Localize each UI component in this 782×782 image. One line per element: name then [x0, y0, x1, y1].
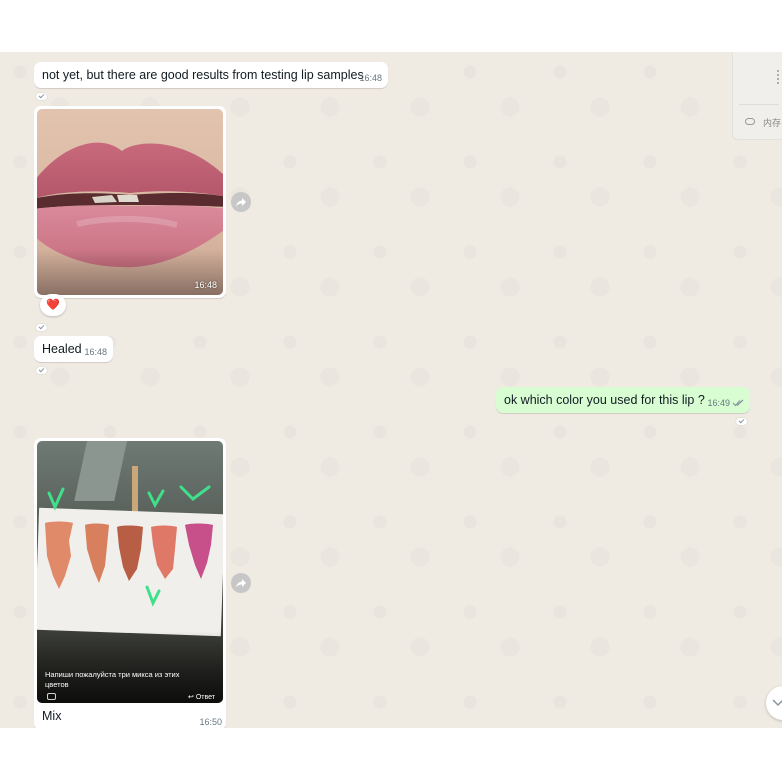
heart-reaction: ❤️: [46, 299, 60, 311]
image-caption: Mix: [42, 709, 62, 723]
chat-area: not yet, but there are good results from…: [0, 52, 782, 728]
react-button[interactable]: [36, 367, 47, 374]
message-time: 16:48: [84, 347, 107, 357]
lips-photo[interactable]: 16:48: [37, 109, 223, 295]
side-panel: 内存: [732, 52, 782, 140]
reply-label: ↩ Ответ: [188, 694, 215, 701]
lips-image: [37, 109, 223, 295]
message-bubble-outgoing[interactable]: ok which color you used for this lip ? 1…: [496, 387, 750, 413]
message-text: ok which color you used for this lip ?: [504, 393, 705, 407]
panel-dots: [777, 70, 779, 84]
react-button[interactable]: [736, 418, 747, 425]
message-bubble-incoming[interactable]: Healed 16:48: [34, 336, 113, 362]
chevron-down-icon: [772, 699, 782, 707]
message-time: 16:48: [359, 73, 382, 83]
message-time: 16:50: [199, 717, 222, 727]
reaction-badge[interactable]: ❤️: [40, 294, 66, 316]
double-check-icon: [732, 399, 744, 407]
image-time: 16:48: [194, 280, 217, 290]
swatch-photo[interactable]: Напиши пожалуйста три микса из этих цвет…: [37, 441, 223, 703]
forward-icon: [236, 198, 246, 207]
forward-button[interactable]: [231, 192, 251, 212]
swatch-image: [37, 441, 223, 703]
message-text: Healed: [42, 342, 82, 356]
react-button[interactable]: [36, 324, 47, 331]
react-button[interactable]: [36, 93, 47, 100]
panel-divider: [739, 104, 779, 105]
forward-icon: [236, 579, 246, 588]
image-message[interactable]: Напиши пожалуйста три микса из этих цвет…: [34, 438, 226, 728]
image-message[interactable]: 16:48: [34, 106, 226, 298]
inner-caption: Напиши пожалуйста три микса из этих цвет…: [45, 670, 180, 689]
inner-reply-icon: [47, 693, 56, 700]
forward-button[interactable]: [231, 573, 251, 593]
message-text: not yet, but there are good results from…: [42, 68, 364, 82]
cloud-icon: [745, 118, 755, 125]
message-bubble-incoming[interactable]: not yet, but there are good results from…: [34, 62, 388, 88]
panel-label: 内存: [763, 118, 782, 128]
message-time: 16:49: [707, 398, 730, 408]
